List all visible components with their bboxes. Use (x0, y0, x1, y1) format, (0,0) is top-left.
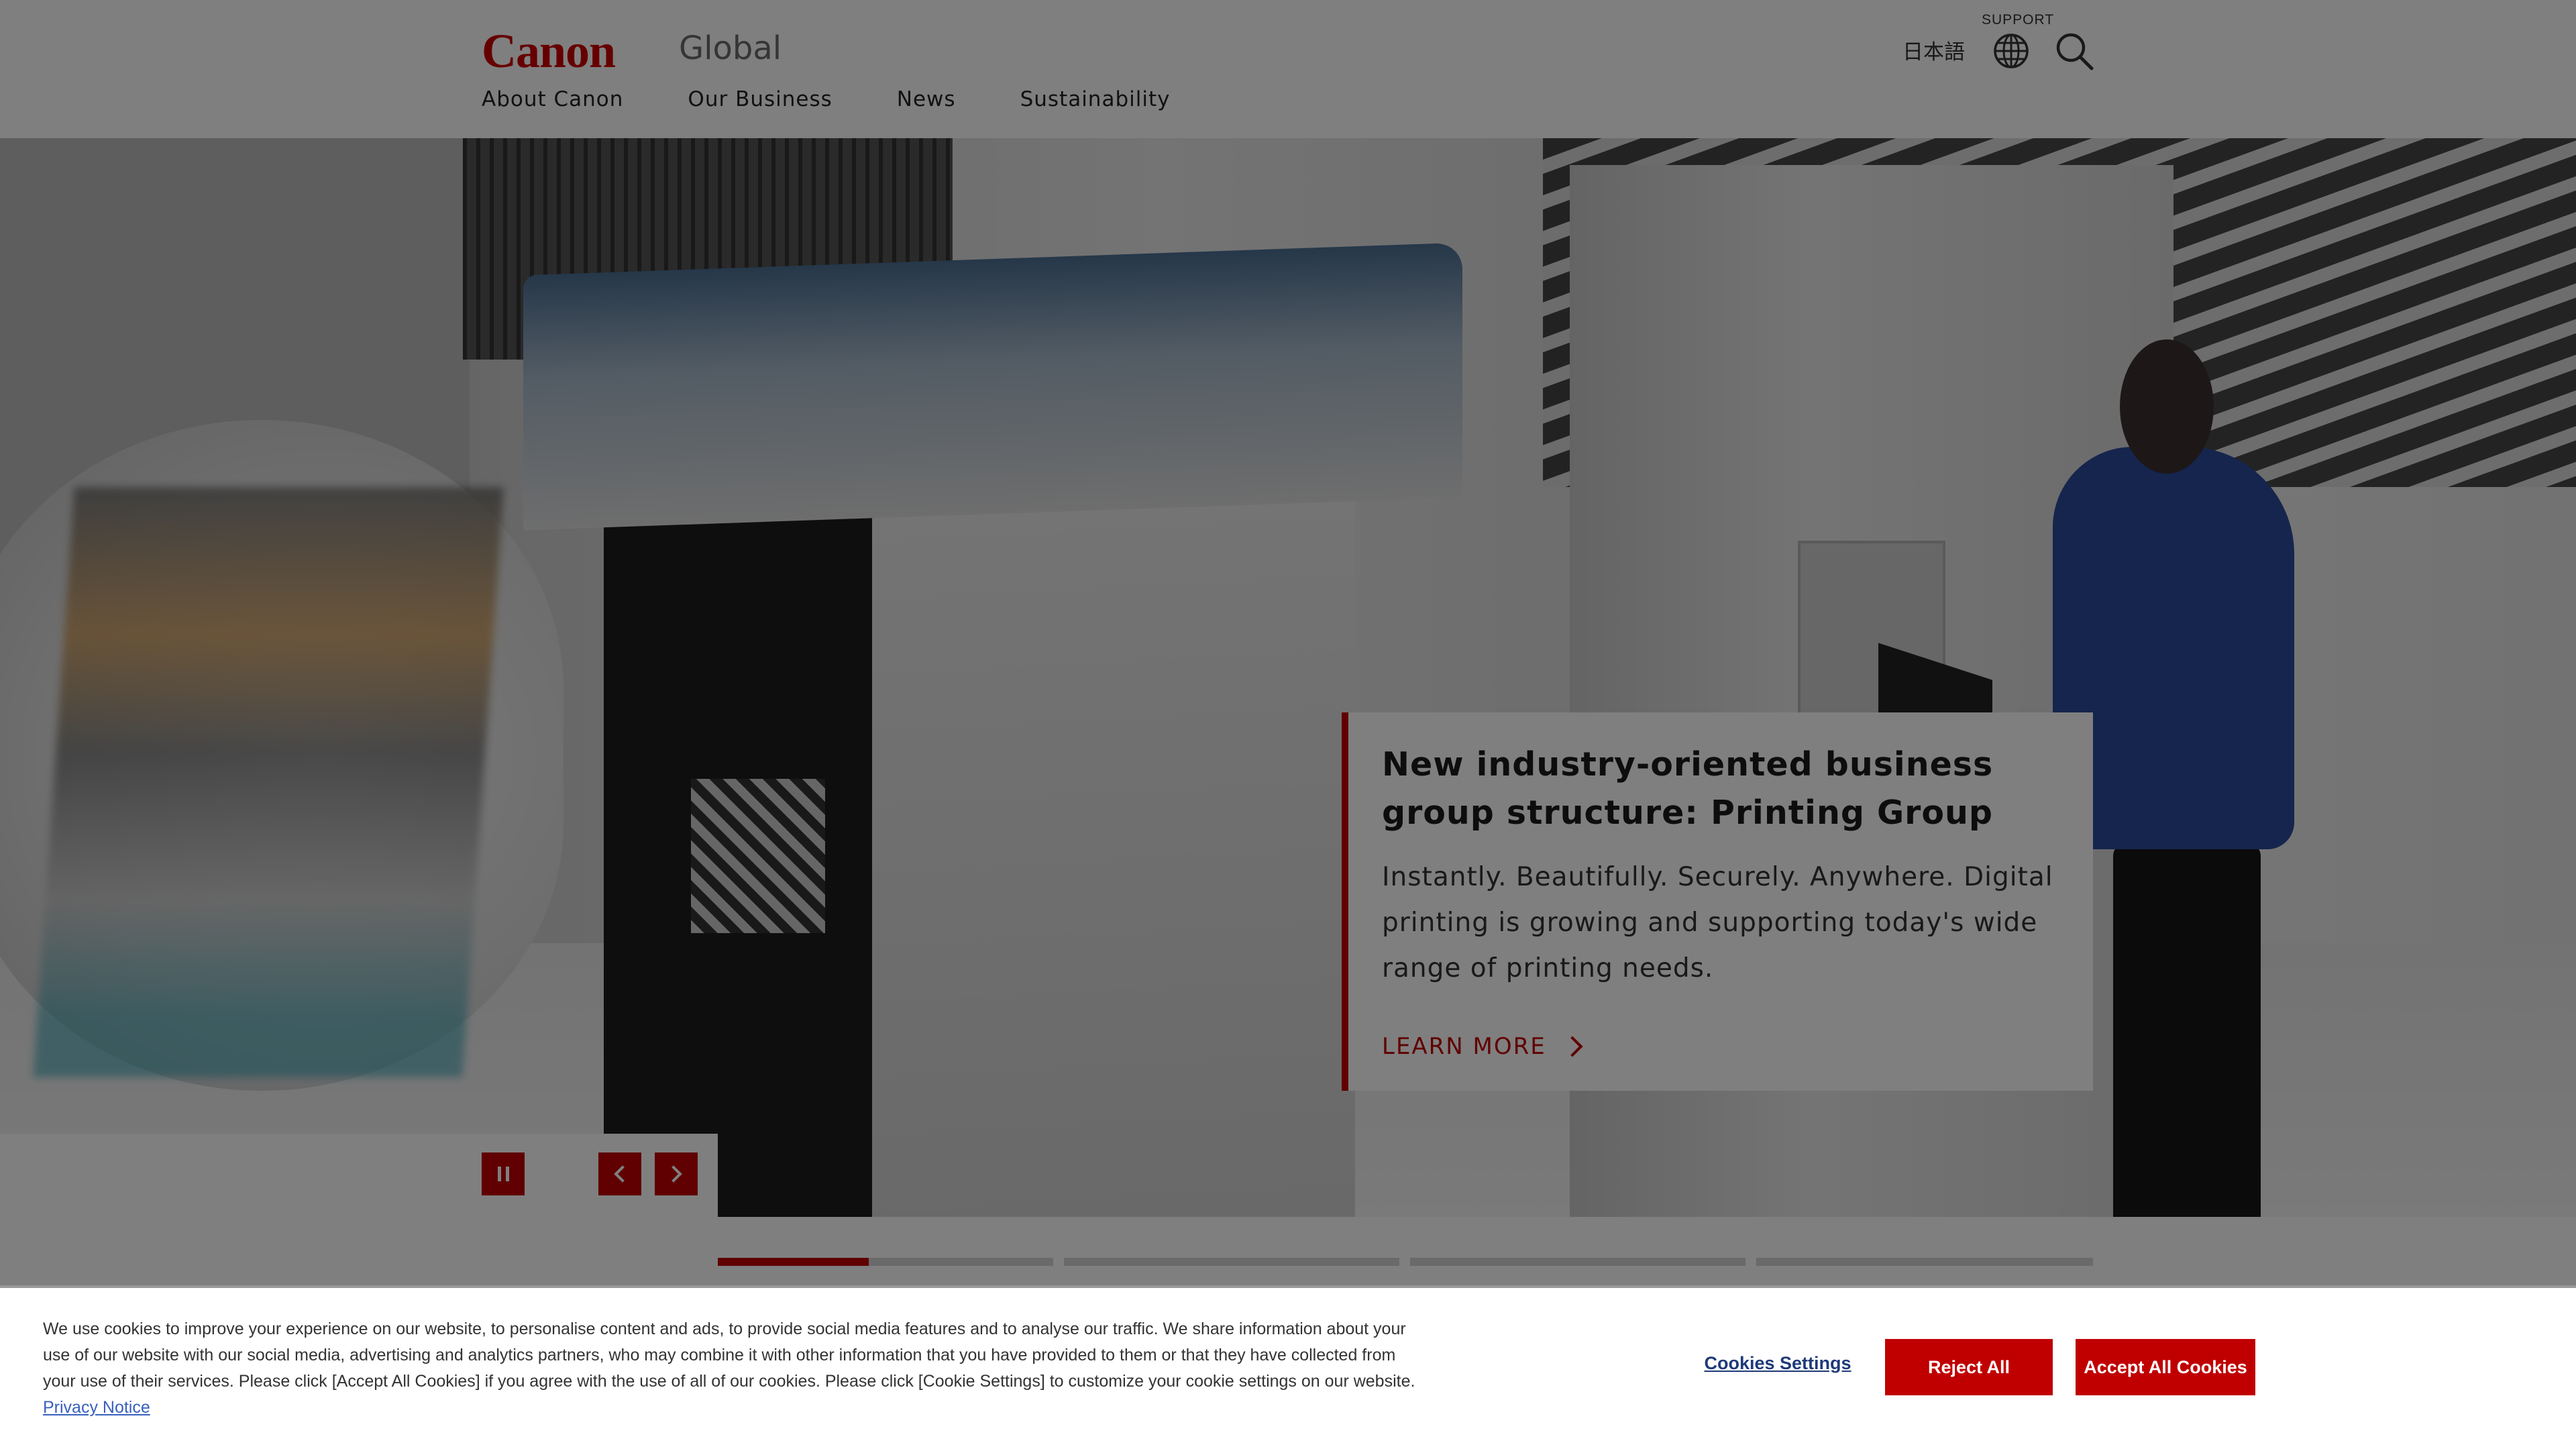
cookie-message: We use cookies to improve your experienc… (43, 1316, 1425, 1421)
nav-item-news[interactable]: News (897, 87, 956, 111)
learn-more-label: LEARN MORE (1382, 1033, 1546, 1060)
slide-indicator-2[interactable] (1064, 1258, 1399, 1266)
slide-indicator-4[interactable] (1756, 1258, 2093, 1266)
cookie-banner: We use cookies to improve your experienc… (0, 1285, 2576, 1449)
printer-cover (523, 242, 1462, 531)
language-switch[interactable]: 日本語 (1902, 39, 1965, 66)
site-header: Canon Global About Canon Our Business Ne… (0, 0, 2576, 138)
slide-indicator-1[interactable] (718, 1258, 1053, 1266)
nav-item-our-business[interactable]: Our Business (688, 87, 832, 111)
printed-paper (33, 487, 504, 1077)
chevron-right-icon (665, 1165, 682, 1183)
pause-icon (497, 1167, 509, 1181)
main-nav: About Canon Our Business News Sustainabi… (482, 87, 1234, 111)
hero-slide-image (0, 138, 2576, 1217)
slide-title: New industry-oriented business group str… (1382, 745, 1994, 832)
cookie-text: We use cookies to improve your experienc… (43, 1320, 1415, 1391)
pause-button[interactable] (482, 1152, 525, 1195)
slide-card: New industry-oriented business group str… (1342, 712, 2093, 1091)
cookie-settings-button[interactable]: Cookies Settings (1690, 1336, 1865, 1390)
site-label: Global (679, 30, 782, 67)
operator-head (2120, 339, 2214, 474)
printer-door (872, 461, 1355, 1217)
slide-indicator-3[interactable] (1410, 1258, 1746, 1266)
learn-more-link[interactable]: LEARN MORE (1382, 1033, 1583, 1060)
slide-description: Instantly. Beautifully. Securely. Anywhe… (1382, 862, 2053, 983)
operator-legs (2113, 843, 2261, 1217)
accept-all-cookies-button[interactable]: Accept All Cookies (2076, 1339, 2255, 1395)
reject-all-button[interactable]: Reject All (1885, 1339, 2053, 1395)
search-icon[interactable] (2054, 31, 2094, 71)
globe-icon[interactable] (1992, 32, 2030, 70)
canon-logo[interactable]: Canon (482, 27, 616, 75)
support-label: SUPPORT (1982, 12, 2055, 28)
printer-vent (691, 779, 825, 933)
chevron-left-icon (614, 1165, 631, 1183)
previous-slide-button[interactable] (598, 1152, 641, 1195)
nav-item-about-canon[interactable]: About Canon (482, 87, 623, 111)
next-slide-button[interactable] (655, 1152, 698, 1195)
nav-item-sustainability[interactable]: Sustainability (1020, 87, 1171, 111)
privacy-notice-link[interactable]: Privacy Notice (43, 1398, 150, 1417)
slide-progress-fill (718, 1258, 869, 1266)
chevron-right-icon (1562, 1036, 1583, 1057)
